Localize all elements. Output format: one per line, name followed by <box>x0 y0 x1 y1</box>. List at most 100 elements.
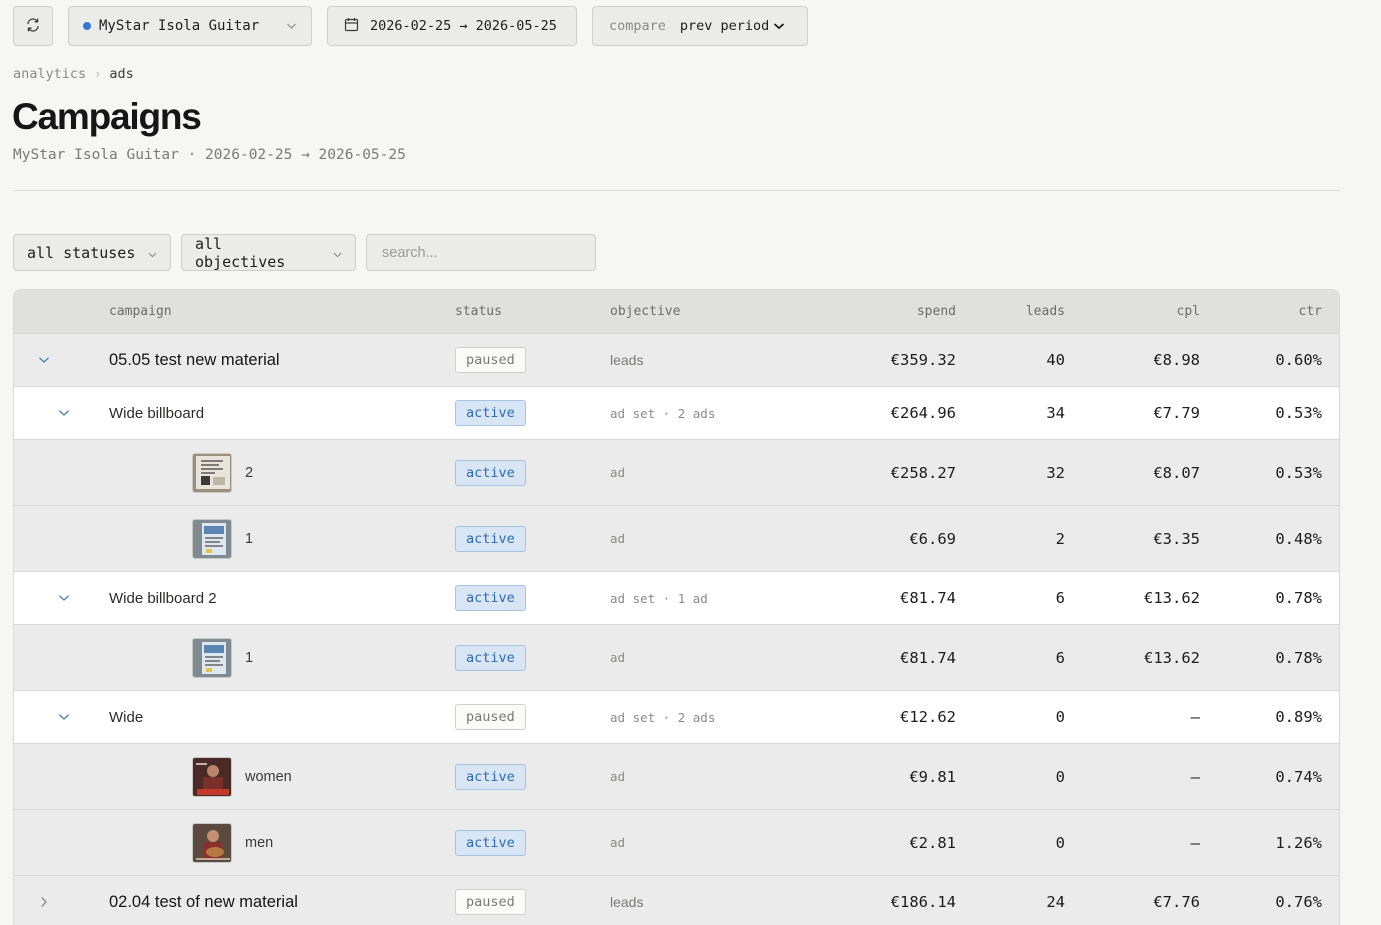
ad-name[interactable]: 1 <box>245 650 253 666</box>
adset-row[interactable]: Wide billboard active ad set · 2 ads €264.9… <box>14 387 1339 440</box>
ctr-value: 0.89% <box>1275 708 1322 726</box>
spend-value: €6.69 <box>909 529 956 548</box>
date-range-picker[interactable]: 2026-02-25 → 2026-05-25 <box>327 6 577 46</box>
campaign-name[interactable]: 02.04 test of new material <box>109 893 298 912</box>
objective-label: ad <box>610 835 626 850</box>
leads-value: 34 <box>1046 404 1065 422</box>
chevron-down-icon <box>286 18 297 34</box>
spend-value: €9.81 <box>909 767 956 786</box>
campaign-name[interactable]: 05.05 test new material <box>109 351 280 370</box>
leads-value: 0 <box>1055 767 1065 786</box>
leads-value: 24 <box>1046 893 1065 911</box>
ad-name[interactable]: 2 <box>245 465 253 481</box>
refresh-button[interactable] <box>13 6 53 46</box>
objective-label: ad <box>610 650 626 665</box>
adset-name[interactable]: Wide billboard <box>109 405 204 422</box>
ctr-value: 1.26% <box>1275 833 1322 852</box>
leads-value: 6 <box>1055 648 1065 667</box>
compare-selector[interactable]: compare prev period <box>592 6 808 46</box>
chevron-right-icon: › <box>94 67 102 81</box>
ad-thumbnail <box>192 637 232 678</box>
account-status-dot <box>83 22 91 30</box>
spend-value: €12.62 <box>900 708 956 726</box>
search-input[interactable] <box>366 234 596 271</box>
header-spend[interactable]: spend <box>917 304 956 319</box>
leads-value: 32 <box>1046 463 1065 482</box>
breadcrumb-root[interactable]: analytics <box>13 66 86 82</box>
page-subtitle: MyStar Isola Guitar · 2026-02-25 → 2026-… <box>13 147 406 163</box>
spend-value: €359.32 <box>890 351 956 369</box>
objective-label: ad <box>610 769 626 784</box>
status-badge: active <box>455 585 526 611</box>
spend-value: €81.74 <box>900 589 956 607</box>
account-selector[interactable]: MyStar Isola Guitar <box>68 6 312 46</box>
compare-label: compare <box>609 18 666 34</box>
chevron-down-icon <box>333 244 342 262</box>
header-campaign[interactable]: campaign <box>109 304 172 319</box>
header-ctr[interactable]: ctr <box>1299 304 1322 319</box>
filter-bar: all statuses all objectives <box>13 234 596 271</box>
date-range-label: 2026-02-25 → 2026-05-25 <box>370 18 557 34</box>
campaigns-table: campaign status objective spend leads cp… <box>13 289 1340 925</box>
leads-value: 2 <box>1055 529 1065 548</box>
objective-label: leads <box>610 352 644 368</box>
ad-row[interactable]: 2 active ad €258.27 32 €8.07 0.53% <box>14 440 1339 506</box>
campaign-row[interactable]: 02.04 test of new material paused leads €18… <box>14 876 1339 925</box>
ad-row[interactable]: 1 active ad €6.69 2 €3.35 0.48% <box>14 506 1339 572</box>
ad-name[interactable]: men <box>245 835 273 851</box>
status-badge: paused <box>455 889 526 915</box>
cpl-value: €8.07 <box>1153 463 1200 482</box>
ad-name[interactable]: women <box>245 769 292 785</box>
campaign-row[interactable]: 05.05 test new material paused leads €359.3… <box>14 334 1339 387</box>
adset-row[interactable]: Wide billboard 2 active ad set · 1 ad €81.7… <box>14 572 1339 625</box>
ctr-value: 0.78% <box>1275 589 1322 607</box>
leads-value: 40 <box>1046 351 1065 369</box>
status-badge: paused <box>455 704 526 730</box>
adset-name[interactable]: Wide <box>109 709 143 726</box>
cpl-value: €13.62 <box>1144 589 1200 607</box>
ad-thumbnail <box>192 756 232 797</box>
leads-value: 0 <box>1055 708 1065 726</box>
objective-label: ad <box>610 465 626 480</box>
breadcrumb-current: ads <box>109 66 134 82</box>
chevron-down-icon[interactable] <box>57 591 71 605</box>
status-badge: active <box>455 459 526 486</box>
chevron-down-icon[interactable] <box>57 710 71 724</box>
cpl-value: €7.79 <box>1153 404 1200 422</box>
ctr-value: 0.78% <box>1275 648 1322 667</box>
objective-label: ad <box>610 531 626 546</box>
table-header: campaign status objective spend leads cp… <box>14 290 1339 334</box>
ad-thumbnail <box>192 452 232 493</box>
cpl-value: €13.62 <box>1144 648 1200 667</box>
ad-thumbnail <box>192 518 232 559</box>
breadcrumb: analytics › ads <box>13 66 134 82</box>
objective-label: ad set · 2 ads <box>610 405 716 421</box>
ad-row[interactable]: men active ad €2.81 0 — 1.26% <box>14 810 1339 876</box>
header-leads[interactable]: leads <box>1026 304 1065 319</box>
status-badge: active <box>455 763 526 790</box>
status-filter[interactable]: all statuses <box>13 234 171 271</box>
header-status[interactable]: status <box>455 304 502 319</box>
cpl-value: €3.35 <box>1153 529 1200 548</box>
compare-value-text: prev period <box>679 18 770 34</box>
chevron-down-icon[interactable] <box>37 353 51 367</box>
objective-label: leads <box>610 894 644 910</box>
header-objective[interactable]: objective <box>610 304 680 319</box>
chevron-right-icon[interactable] <box>37 895 51 909</box>
ad-name[interactable]: 1 <box>245 531 253 547</box>
objective-filter[interactable]: all objectives <box>181 234 356 271</box>
objective-label: ad set · 2 ads <box>610 709 716 725</box>
adset-row[interactable]: Wide paused ad set · 2 ads €12.62 0 — 0.89% <box>14 691 1339 744</box>
adset-name[interactable]: Wide billboard 2 <box>109 590 217 607</box>
ad-row[interactable]: women active ad €9.81 0 — 0.74% <box>14 744 1339 810</box>
status-badge: paused <box>455 347 526 373</box>
leads-value: 0 <box>1055 833 1065 852</box>
page-title: Campaigns <box>12 96 202 137</box>
ctr-value: 0.53% <box>1275 463 1322 482</box>
ad-row[interactable]: 1 active ad €81.74 6 €13.62 0.78% <box>14 625 1339 691</box>
spend-value: €2.81 <box>909 833 956 852</box>
status-badge: active <box>455 525 526 552</box>
chevron-down-icon[interactable] <box>57 406 71 420</box>
cpl-value: €8.98 <box>1153 351 1200 369</box>
header-cpl[interactable]: cpl <box>1177 304 1200 319</box>
